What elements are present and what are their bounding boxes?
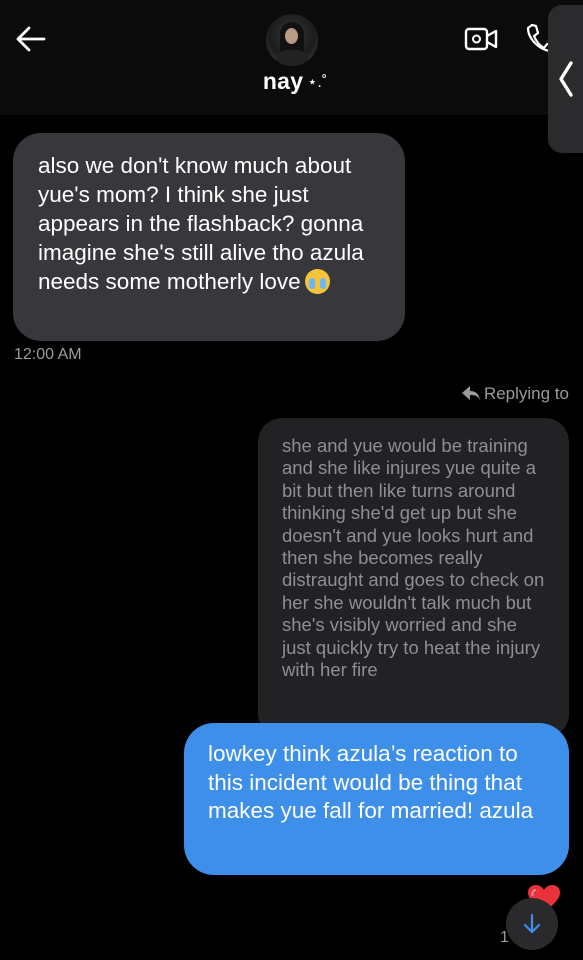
received-message-bubble[interactable]: also we don't know much about yue's mom?… <box>13 133 405 341</box>
reply-indicator: Replying to <box>461 384 569 408</box>
quoted-message[interactable]: she and yue would be training and she li… <box>258 418 569 738</box>
reply-arrow-icon <box>461 386 480 400</box>
arrow-down-icon <box>523 913 541 934</box>
contact-name-area[interactable]: nay ⋆.˚ <box>200 68 390 108</box>
crying-face-icon <box>304 269 330 294</box>
reply-label: Replying to <box>483 384 569 403</box>
back-arrow-icon[interactable] <box>14 24 48 54</box>
quoted-message-text: she and yue would be training and she li… <box>282 435 545 681</box>
sent-message-text: lowkey think azula’s reaction to this in… <box>208 741 534 823</box>
avatar[interactable] <box>266 14 318 66</box>
video-call-icon[interactable] <box>464 25 498 53</box>
received-message-time: 12:00 AM <box>14 346 82 363</box>
sent-message-bubble[interactable]: lowkey think azula’s reaction to this in… <box>184 723 569 875</box>
chat-header: nay ⋆.˚ <box>0 0 583 153</box>
contact-name: nay <box>262 68 304 94</box>
scroll-to-bottom-button[interactable] <box>506 898 558 950</box>
side-panel-handle[interactable] <box>548 5 583 153</box>
chevron-left-icon <box>559 61 573 97</box>
name-decoration: ⋆.˚ <box>307 73 328 91</box>
